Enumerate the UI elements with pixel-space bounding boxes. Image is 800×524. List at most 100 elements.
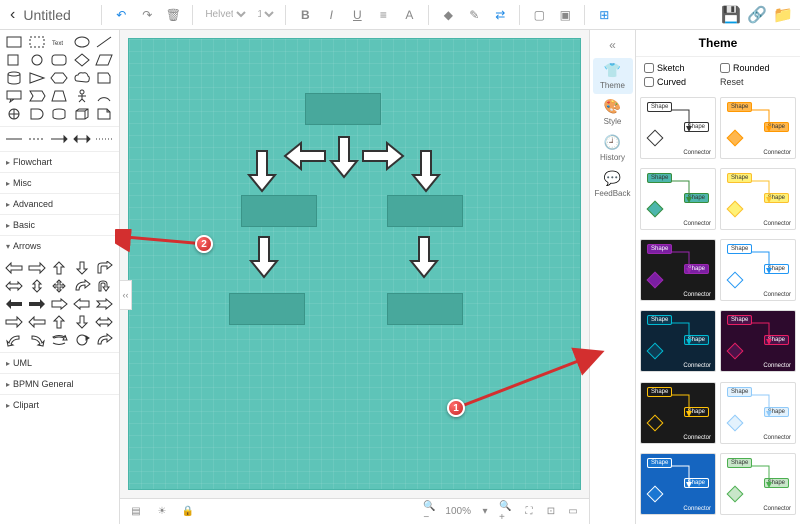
arrow-bidi-v[interactable] [27,278,47,294]
arrow-t1[interactable] [4,314,24,330]
curved-checkbox[interactable]: Curved [644,77,716,87]
diagram-node[interactable] [305,93,381,125]
arrow-r2[interactable] [27,296,47,312]
arrow-bidi-h[interactable] [4,278,24,294]
arrow-t2[interactable] [27,314,47,330]
bold-button[interactable]: B [294,4,316,26]
shape-rect-dash[interactable] [27,34,47,50]
theme-card[interactable]: ShapeShapeConnector [640,310,716,372]
arrow-right-shape[interactable] [361,141,405,171]
arrow-u[interactable] [94,278,114,294]
shape-or[interactable] [4,106,24,122]
shape-square[interactable] [4,52,24,68]
diagram-node[interactable] [229,293,305,325]
shape-callout[interactable] [4,88,24,104]
underline-button[interactable]: U [346,4,368,26]
arrow-down-shape[interactable] [409,235,439,279]
arrow-c5[interactable] [94,332,114,348]
sidebar-collapse[interactable]: ‹‹ [120,280,132,310]
shape-line[interactable] [94,34,114,50]
cat-bpmn[interactable]: BPMN General [0,373,119,394]
shape-hex[interactable] [49,70,69,86]
cat-advanced[interactable]: Advanced [0,193,119,214]
fullscreen-icon[interactable]: ⊡ [543,504,559,520]
theme-card[interactable]: ShapeShapeConnector [720,168,796,230]
bring-front-button[interactable]: ▣ [554,4,576,26]
arrow-down-shape[interactable] [249,235,279,279]
connector-button[interactable]: ⇄ [489,4,511,26]
arrow-block-l[interactable] [72,296,92,312]
shape-cylinder[interactable] [4,70,24,86]
arrow-c4[interactable] [72,332,92,348]
theme-card[interactable]: ShapeShapeConnector [640,239,716,301]
arrow-l2[interactable] [4,296,24,312]
share-icon[interactable]: 🔗 [746,4,768,26]
toolcol-collapse[interactable]: « [590,34,635,56]
shape-circle[interactable] [27,52,47,68]
tool-feedback[interactable]: 💬FeedBack [593,166,633,202]
cat-flowchart[interactable]: Flowchart [0,151,119,172]
shape-trap[interactable] [49,88,69,104]
arrow-t5[interactable] [94,314,114,330]
line-arrow[interactable] [49,131,69,147]
shape-actor[interactable] [72,88,92,104]
shape-rect[interactable] [4,34,24,50]
back-button[interactable]: ‹ [6,6,19,24]
arrow-c2[interactable] [27,332,47,348]
grid-button[interactable]: ⊞ [593,4,615,26]
arrow-down[interactable] [72,260,92,276]
arrow-down-shape[interactable] [411,149,441,193]
theme-card[interactable]: ShapeShapeConnector [640,382,716,444]
sun-icon[interactable]: ☀ [154,504,170,520]
arrow-up[interactable] [49,260,69,276]
shape-cloud[interactable] [72,70,92,86]
diagram-node[interactable] [387,195,463,227]
arrow-down-shape[interactable] [329,135,359,179]
arrow-t4[interactable] [72,314,92,330]
arrow-curve[interactable] [72,278,92,294]
tool-style[interactable]: 🎨Style [593,94,633,130]
shape-triangle[interactable] [27,70,47,86]
align-button[interactable]: ≡ [372,4,394,26]
reset-button[interactable]: Reset [720,77,792,87]
page-icon[interactable]: ▭ [565,504,581,520]
arrow-quad[interactable] [49,278,69,294]
arrow-left[interactable] [4,260,24,276]
arrow-notch[interactable] [94,296,114,312]
diagram-node[interactable] [387,293,463,325]
italic-button[interactable]: I [320,4,342,26]
zoom-out-icon[interactable]: 🔍− [423,504,439,520]
font-select[interactable]: Helvetica [201,8,249,21]
zoom-in-icon[interactable]: 🔍+ [499,504,515,520]
lock-icon[interactable]: 🔒 [180,504,196,520]
cat-arrows[interactable]: Arrows [0,235,119,256]
shape-and[interactable] [27,106,47,122]
document-title[interactable] [23,7,93,23]
line-button[interactable]: ✎ [463,4,485,26]
shape-doc[interactable] [94,70,114,86]
shape-cube[interactable] [72,106,92,122]
shape-parallelogram[interactable] [94,52,114,68]
arrow-right[interactable] [27,260,47,276]
fill-button[interactable]: ◆ [437,4,459,26]
save-icon[interactable]: 💾 [720,4,742,26]
shape-text[interactable]: Text [49,34,69,50]
shape-note[interactable] [94,106,114,122]
size-select[interactable]: 12 [253,8,277,21]
shape-roundrect[interactable] [49,52,69,68]
arrow-c1[interactable] [4,332,24,348]
diagram-node[interactable] [241,195,317,227]
arrow-left-shape[interactable] [283,141,327,171]
theme-card[interactable]: ShapeShapeConnector [720,97,796,159]
cat-misc[interactable]: Misc [0,172,119,193]
shape-db[interactable] [49,106,69,122]
line-solid[interactable] [4,131,24,147]
arrow-down-shape[interactable] [247,149,277,193]
shape-step[interactable] [27,88,47,104]
arrow-c3[interactable] [49,332,69,348]
arrow-turn[interactable] [94,260,114,276]
theme-card[interactable]: ShapeShapeConnector [640,168,716,230]
tool-theme[interactable]: 👕Theme [593,58,633,94]
line-dot[interactable] [94,131,114,147]
cat-uml[interactable]: UML [0,352,119,373]
